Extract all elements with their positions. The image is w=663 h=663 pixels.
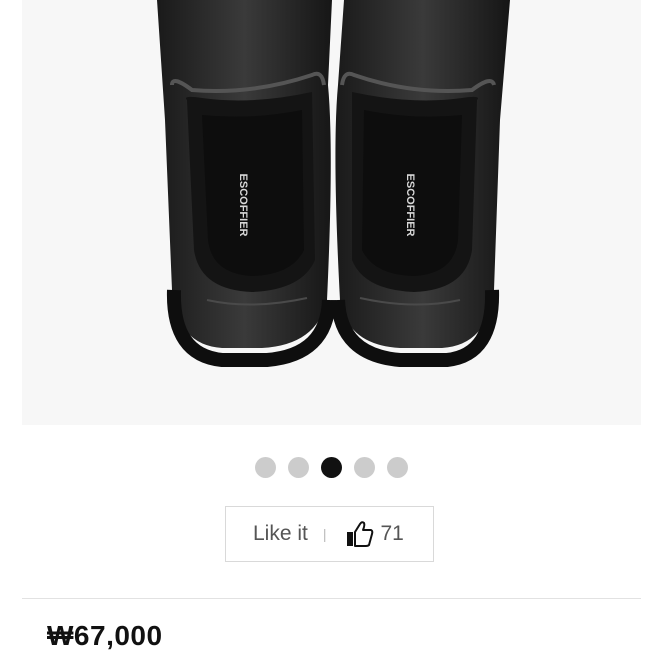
divider (22, 598, 641, 599)
shoes-illustration: ESCOFFIER ESCOFFIER (157, 0, 510, 367)
like-button[interactable]: Like it | 71 (225, 506, 434, 562)
thumbs-up-icon (345, 519, 375, 549)
carousel-dot-5[interactable] (387, 456, 408, 478)
carousel-dot-3[interactable] (321, 456, 342, 478)
product-price: ₩67,000 (47, 620, 163, 651)
left-insole-brand: ESCOFFIER (237, 174, 249, 237)
like-count: 71 (380, 522, 404, 545)
product-image[interactable]: ESCOFFIER ESCOFFIER (22, 0, 641, 425)
carousel-dot-1[interactable] (255, 456, 276, 478)
like-separator: | (322, 526, 327, 542)
right-shoe: ESCOFFIER (331, 0, 510, 367)
like-label: Like it (253, 522, 308, 545)
right-insole-brand: ESCOFFIER (404, 174, 416, 237)
carousel-indicator (0, 456, 663, 478)
carousel-dot-4[interactable] (354, 456, 375, 478)
carousel-dot-2[interactable] (288, 456, 309, 478)
left-shoe: ESCOFFIER (157, 0, 336, 367)
